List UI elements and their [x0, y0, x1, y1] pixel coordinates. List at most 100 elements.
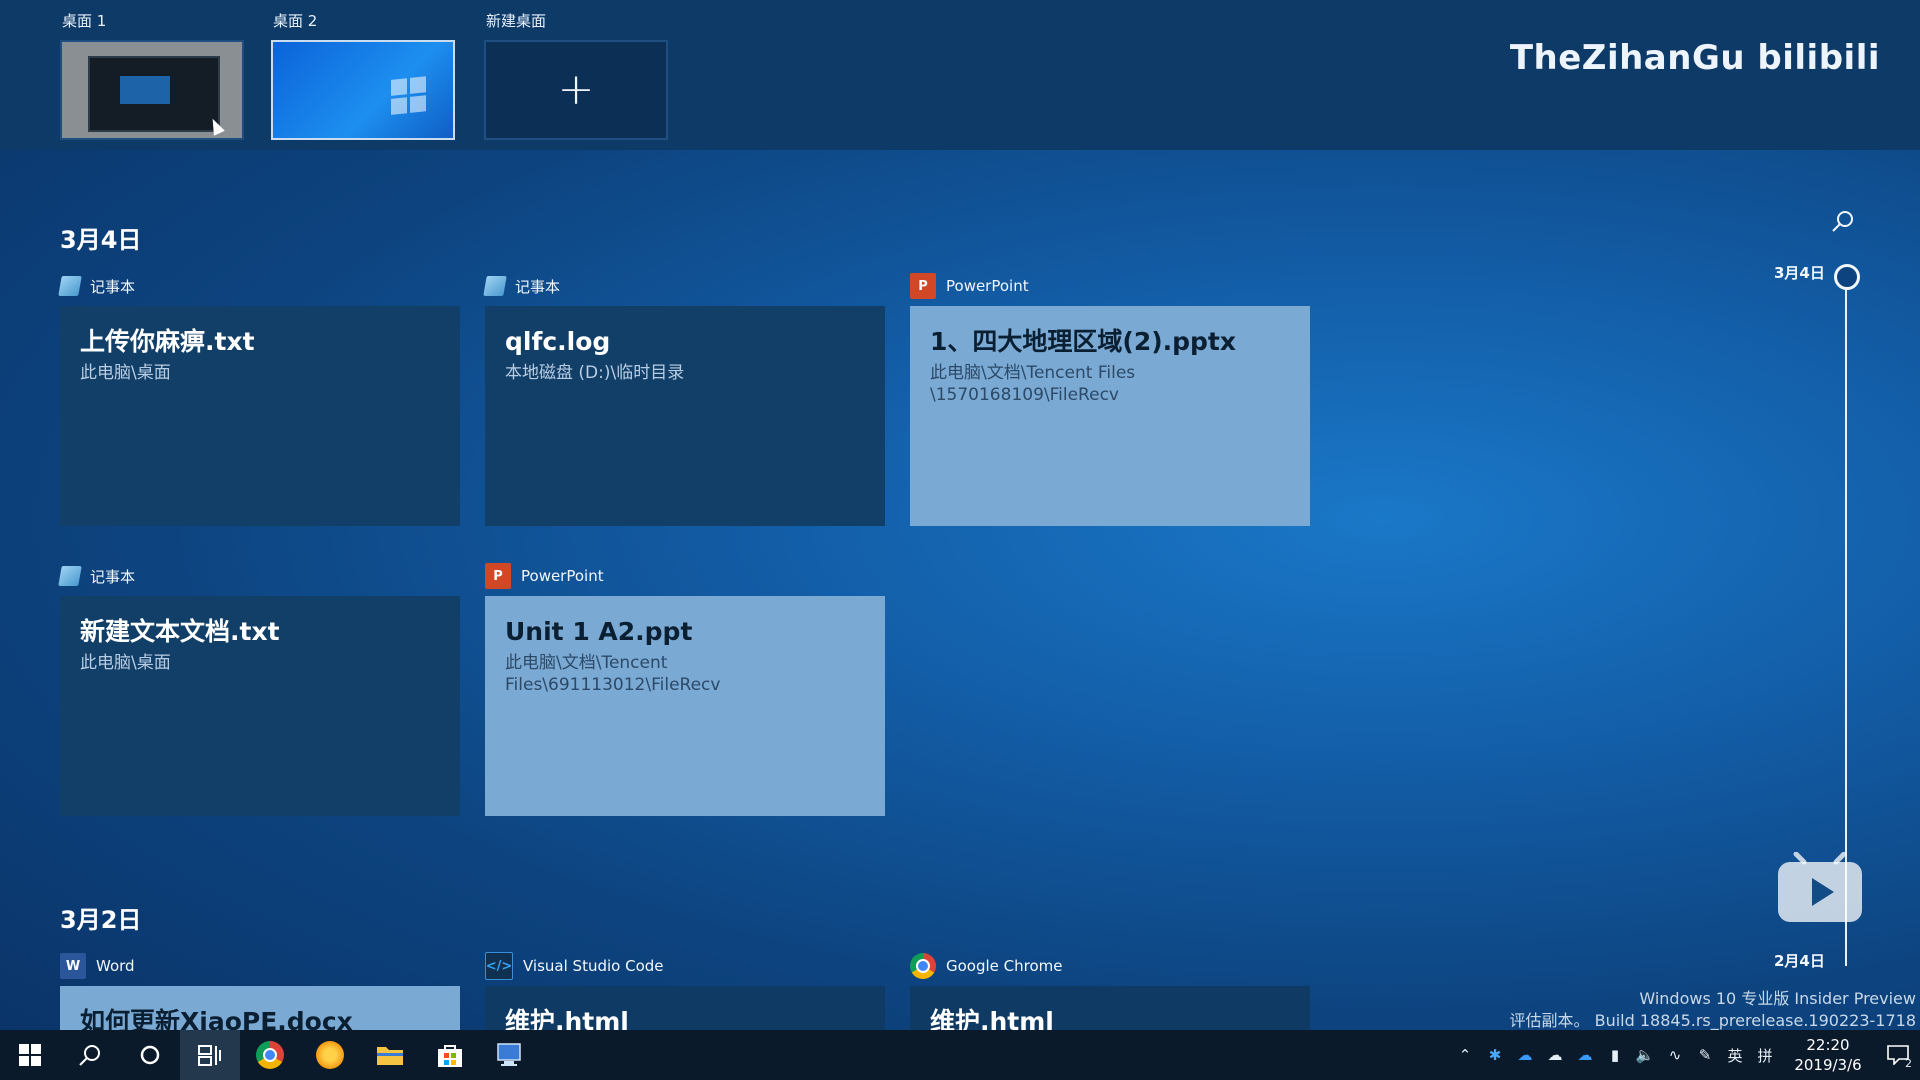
clock-date: 2019/3/6 — [1794, 1056, 1862, 1074]
card-app-row: 记事本 — [58, 266, 460, 306]
ime-mode-indicator[interactable]: 拼 — [1750, 1030, 1780, 1080]
powerpoint-icon: P — [910, 273, 936, 299]
virtual-desktops-bar: 桌面 1 桌面 2 新建桌面 + TheZihanGu bilibili — [0, 0, 1920, 150]
card-body[interactable]: qlfc.log 本地磁盘 (D:)\临时目录 — [485, 306, 885, 526]
timeline-scrubber-handle[interactable] — [1834, 264, 1860, 290]
word-icon: W — [60, 953, 86, 979]
scrubber-top-date: 3月4日 — [1774, 264, 1825, 282]
card-app-name: Visual Studio Code — [523, 957, 664, 975]
date-header: 3月2日 — [60, 906, 142, 934]
search-button[interactable] — [60, 1030, 120, 1080]
notepad-icon — [58, 566, 82, 586]
card-title: qlfc.log — [505, 327, 611, 356]
onedrive-business-icon[interactable]: ☁ — [1570, 1030, 1600, 1080]
plus-icon: + — [557, 64, 595, 115]
notepad-icon — [483, 276, 507, 296]
windows-start-icon — [19, 1044, 41, 1066]
card-app-row: </> Visual Studio Code — [485, 946, 885, 986]
battery-icon[interactable]: ▮ — [1600, 1030, 1630, 1080]
watermark-line-2: 评估副本。 Build 18845.rs_prerelease.190223-1… — [1509, 1011, 1916, 1030]
new-desktop-label: 新建桌面 — [486, 12, 547, 30]
folder-icon — [377, 1047, 403, 1065]
card-app-name: 记事本 — [90, 567, 136, 586]
task-view-button[interactable] — [180, 1030, 240, 1080]
wifi-icon[interactable]: ∿ — [1660, 1030, 1690, 1080]
notepad-icon — [58, 276, 82, 296]
remote-desktop-icon — [497, 1043, 521, 1066]
taskbar: ⌃ ✱ ☁ ☁ ☁ ▮ 🔈 ∿ ✎ 英 拼 22:20 2019/3/6 2 — [0, 1030, 1920, 1080]
activity-card[interactable]: P PowerPoint Unit 1 A2.ppt 此电脑\文档\Tencen… — [485, 556, 885, 816]
card-title: Unit 1 A2.ppt — [505, 617, 693, 646]
orange-browser-icon — [316, 1041, 344, 1069]
powerpoint-icon: P — [485, 563, 511, 589]
file-explorer-button[interactable] — [360, 1030, 420, 1080]
windows-logo-icon — [391, 76, 427, 116]
chrome-icon — [256, 1041, 284, 1069]
card-title: 上传你麻痹.txt — [80, 327, 255, 356]
desktop-1-label: 桌面 1 — [62, 12, 107, 30]
scrubber-bottom-date: 2月4日 — [1774, 952, 1825, 970]
watermark-line-1: Windows 10 专业版 Insider Preview — [1639, 989, 1916, 1008]
store-button[interactable] — [420, 1030, 480, 1080]
card-body[interactable]: Unit 1 A2.ppt 此电脑\文档\Tencent Files\69111… — [485, 596, 885, 816]
clock-time: 22:20 — [1806, 1036, 1850, 1054]
action-center-button[interactable]: 2 — [1876, 1030, 1920, 1080]
card-app-row: Google Chrome — [910, 946, 1310, 986]
system-tray: ⌃ ✱ ☁ ☁ ☁ ▮ 🔈 ∿ ✎ 英 拼 22:20 2019/3/6 2 — [1450, 1030, 1920, 1080]
card-path: 此电脑\桌面 — [80, 653, 171, 673]
start-button[interactable] — [0, 1030, 60, 1080]
card-app-name: Word — [96, 957, 135, 975]
onedrive-icon[interactable]: ☁ — [1510, 1030, 1540, 1080]
activity-card[interactable]: 记事本 qlfc.log 本地磁盘 (D:)\临时目录 — [483, 266, 885, 526]
desktop-1[interactable]: 桌面 1 — [60, 10, 250, 140]
card-body[interactable]: 新建文本文档.txt 此电脑\桌面 — [60, 596, 460, 816]
cortana-button[interactable] — [120, 1030, 180, 1080]
card-app-name: PowerPoint — [946, 277, 1029, 295]
channel-watermark-logo: TheZihanGu bilibili — [1509, 38, 1880, 78]
card-app-row: P PowerPoint — [485, 556, 885, 596]
desktop-2-thumbnail[interactable] — [271, 40, 455, 140]
card-path: 此电脑\文档\Tencent Files — [930, 363, 1136, 383]
browser-taskbar-button[interactable] — [300, 1030, 360, 1080]
card-body[interactable]: 上传你麻痹.txt 此电脑\桌面 — [60, 306, 460, 526]
windows-build-watermark: Windows 10 专业版 Insider Preview 评估副本。 Bui… — [1510, 988, 1916, 1032]
input-language-indicator[interactable]: 英 — [1720, 1030, 1750, 1080]
card-app-name: Google Chrome — [946, 957, 1063, 975]
card-app-row: P PowerPoint — [910, 266, 1310, 306]
notification-count-badge: 2 — [1905, 1057, 1912, 1070]
activity-card[interactable]: 记事本 新建文本文档.txt 此电脑\桌面 — [58, 556, 460, 816]
remote-desktop-button[interactable] — [480, 1030, 540, 1080]
volume-icon[interactable]: 🔈 — [1630, 1030, 1660, 1080]
card-app-name: 记事本 — [90, 277, 136, 296]
activity-card[interactable]: 记事本 上传你麻痹.txt 此电脑\桌面 — [58, 266, 460, 526]
bluetooth-icon[interactable]: ✱ — [1480, 1030, 1510, 1080]
date-header: 3月4日 — [60, 226, 142, 254]
store-bag-icon — [438, 1045, 462, 1067]
activity-card[interactable]: P PowerPoint 1、四大地理区域(2).pptx 此电脑\文档\Ten… — [910, 266, 1310, 526]
card-app-row: 记事本 — [58, 556, 460, 596]
activity-card[interactable]: </> Visual Studio Code 维护.html — [485, 946, 885, 1040]
pen-icon[interactable]: ✎ — [1690, 1030, 1720, 1080]
card-path: 此电脑\文档\Tencent Files\691113012\FileRecv — [505, 653, 721, 695]
card-path-continued: \1570168109\FileRecv — [930, 385, 1119, 405]
clock[interactable]: 22:20 2019/3/6 — [1780, 1035, 1876, 1075]
activity-card[interactable]: W Word 如何更新XiaoPE.docx — [60, 946, 460, 1040]
taskbar-search-icon — [79, 1045, 100, 1066]
card-app-name: 记事本 — [515, 277, 561, 296]
vscode-icon: </> — [485, 952, 513, 980]
card-path: 此电脑\桌面 — [80, 363, 171, 383]
new-desktop-button[interactable]: + — [484, 40, 668, 140]
onedrive-personal-icon[interactable]: ☁ — [1540, 1030, 1570, 1080]
chrome-icon — [910, 953, 936, 979]
new-desktop[interactable]: 新建桌面 + — [484, 10, 674, 140]
task-view-icon — [198, 1045, 221, 1066]
cortana-circle-icon — [140, 1045, 160, 1065]
show-hidden-icons-chevron-icon[interactable]: ⌃ — [1450, 1030, 1480, 1080]
activity-card[interactable]: Google Chrome 维护.html — [910, 946, 1310, 1040]
card-body[interactable]: 1、四大地理区域(2).pptx 此电脑\文档\Tencent Files \1… — [910, 306, 1310, 526]
card-app-name: PowerPoint — [521, 567, 604, 585]
search-icon[interactable] — [1832, 210, 1854, 232]
desktop-2[interactable]: 桌面 2 — [271, 10, 461, 140]
card-app-row: W Word — [60, 946, 460, 986]
chrome-taskbar-button[interactable] — [240, 1030, 300, 1080]
